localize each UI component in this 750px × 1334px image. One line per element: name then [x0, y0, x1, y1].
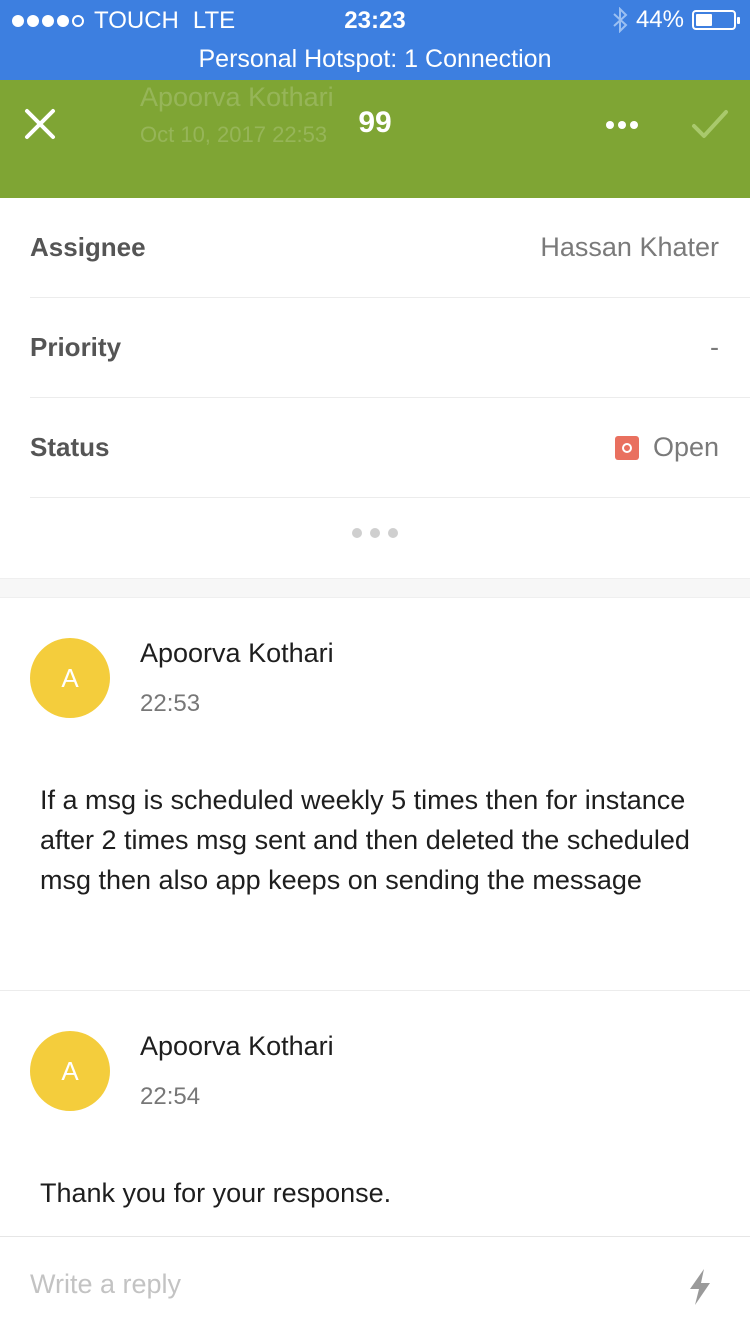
expand-properties-button[interactable]	[0, 528, 750, 548]
bluetooth-icon	[613, 7, 628, 33]
priority-label: Priority	[30, 332, 122, 362]
message-body: If a msg is scheduled weekly 5 times the…	[40, 785, 690, 895]
ticket-properties: Assignee Hassan Khater Priority - Status…	[0, 198, 750, 578]
status-right: 44%	[612, 6, 740, 34]
section-divider	[0, 578, 750, 598]
message-time: 22:53	[140, 690, 201, 717]
hotspot-banner[interactable]: Personal Hotspot: 1 Connection	[0, 40, 750, 80]
status-value: Open	[614, 432, 719, 463]
lightning-icon[interactable]	[684, 1267, 716, 1307]
status-bar: TOUCH LTE 23:23 44%	[0, 0, 750, 40]
reply-input[interactable]: Write a reply	[30, 1269, 181, 1300]
assignee-label: Assignee	[30, 232, 146, 262]
status-text: Open	[652, 432, 719, 462]
priority-value: -	[710, 332, 719, 363]
assignee-value: Hassan Khater	[540, 232, 719, 263]
message-body: Thank you for your response.	[40, 1178, 392, 1208]
ticket-header: Apoorva Kothari Oct 10, 2017 22:53 99	[0, 80, 750, 198]
reply-bar: Write a reply	[0, 1236, 750, 1334]
status-row[interactable]: Status Open	[30, 398, 750, 498]
assignee-name: Hassan Khater	[540, 232, 719, 262]
message-author: Apoorva Kothari	[140, 1031, 334, 1061]
more-icon[interactable]	[598, 106, 646, 142]
checkmark-icon[interactable]	[688, 106, 732, 142]
avatar[interactable]: A	[30, 638, 110, 718]
avatar[interactable]: A	[30, 1031, 110, 1111]
message-author: Apoorva Kothari	[140, 638, 334, 668]
message-separator	[0, 990, 750, 991]
message-time: 22:54	[140, 1083, 201, 1110]
battery-icon	[692, 10, 740, 30]
priority-text: -	[710, 332, 719, 362]
status-open-icon	[614, 435, 639, 460]
status-label: Status	[30, 432, 110, 462]
priority-row[interactable]: Priority -	[30, 298, 750, 398]
assignee-row[interactable]: Assignee Hassan Khater	[30, 198, 750, 298]
battery-percent: 44%	[635, 6, 684, 33]
